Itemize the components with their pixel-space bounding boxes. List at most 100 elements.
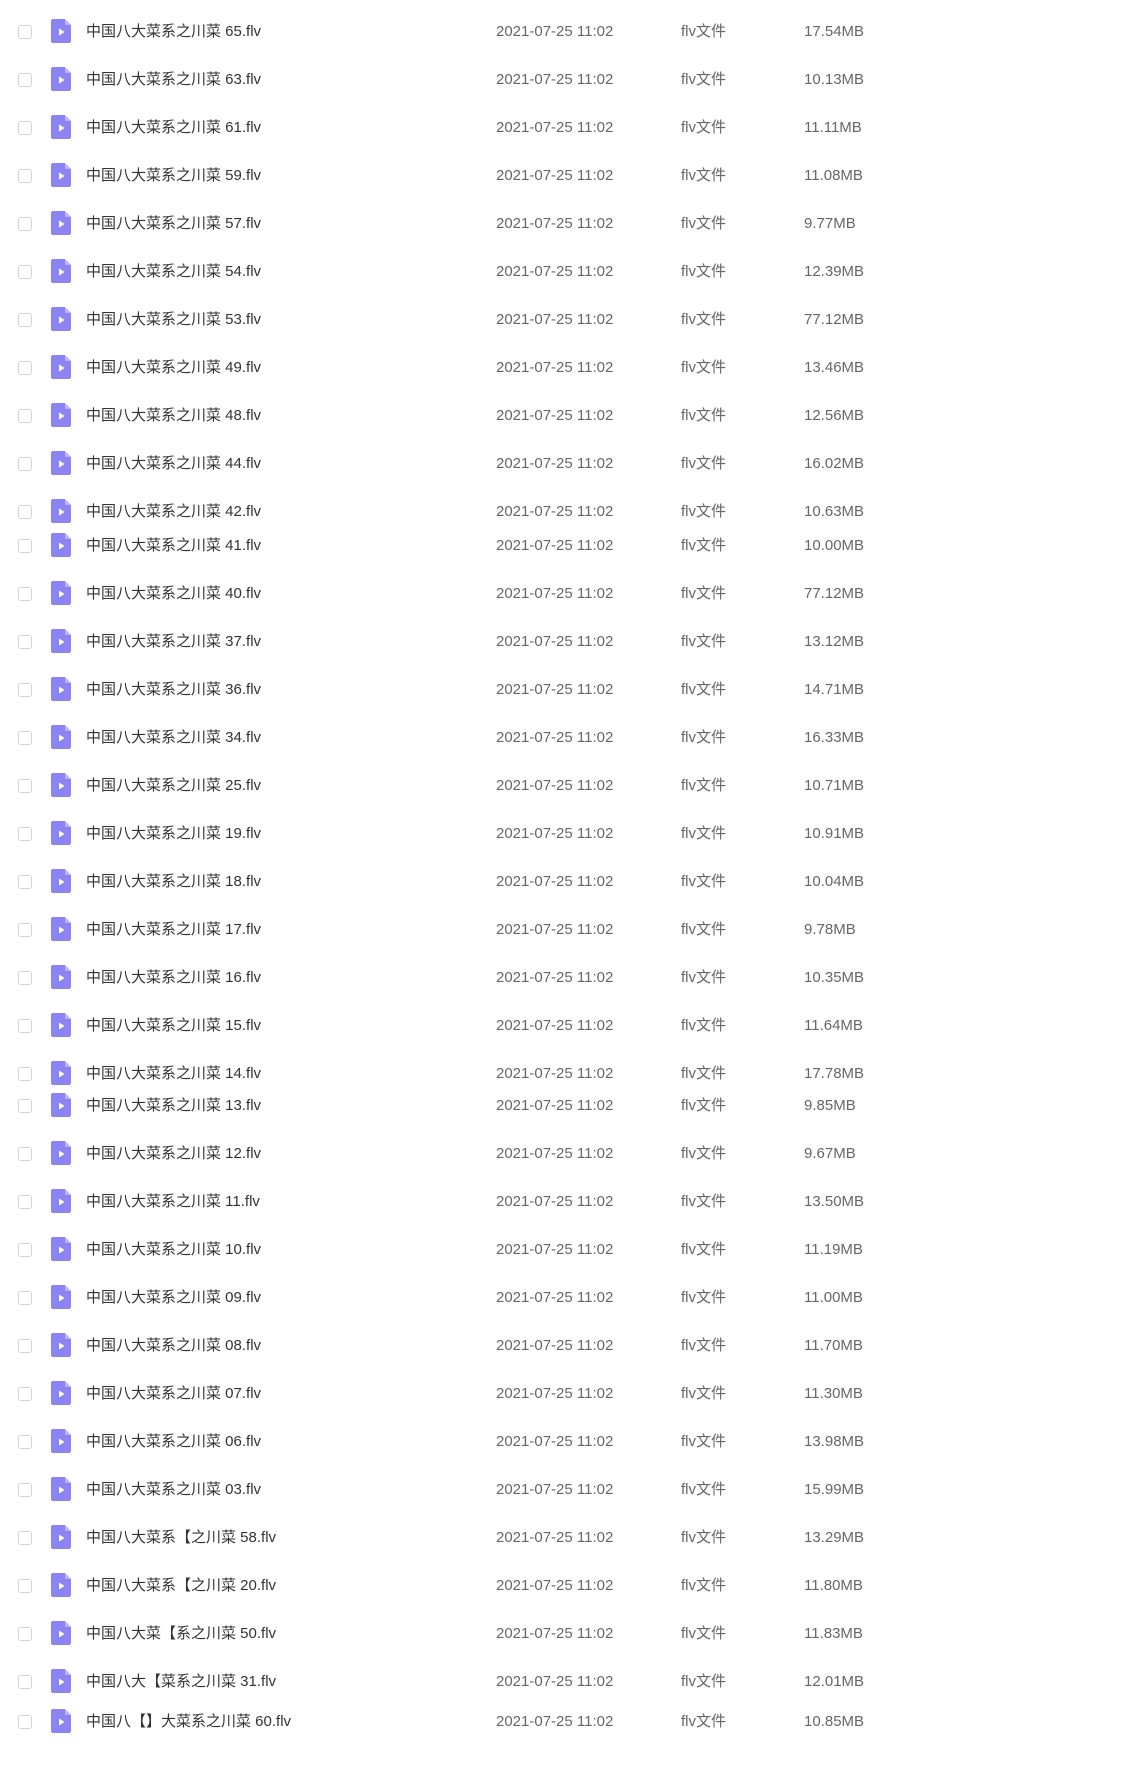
file-row[interactable]: 中国八大菜系之川菜 54.flv 2021-07-25 11:02 flv文件 … [0,252,1129,292]
file-row[interactable]: 中国八大菜系之川菜 25.flv 2021-07-25 11:02 flv文件 … [0,766,1129,806]
file-name[interactable]: 中国八大菜系之川菜 06.flv [86,1433,261,1451]
file-row[interactable]: 中国八大菜系之川菜 16.flv 2021-07-25 11:02 flv文件 … [0,958,1129,998]
row-checkbox[interactable] [18,635,32,649]
row-checkbox[interactable] [18,731,32,745]
row-checkbox[interactable] [18,587,32,601]
file-row[interactable]: 中国八大菜系之川菜 49.flv 2021-07-25 11:02 flv文件 … [0,348,1129,388]
file-name[interactable]: 中国八大【菜系之川菜 31.flv [86,1673,276,1691]
file-name[interactable]: 中国八大菜系之川菜 10.flv [86,1241,261,1259]
file-row[interactable]: 中国八大菜系之川菜 65.flv 2021-07-25 11:02 flv文件 … [0,12,1129,52]
row-checkbox[interactable] [18,1531,32,1545]
file-row[interactable]: 中国八大菜系之川菜 59.flv 2021-07-25 11:02 flv文件 … [0,156,1129,196]
row-checkbox[interactable] [18,1627,32,1641]
file-row[interactable]: 中国八大菜系之川菜 63.flv 2021-07-25 11:02 flv文件 … [0,60,1129,100]
file-name[interactable]: 中国八大菜系之川菜 19.flv [86,825,261,843]
row-checkbox[interactable] [18,25,32,39]
file-name[interactable]: 中国八大菜系之川菜 09.flv [86,1289,261,1307]
file-row[interactable]: 中国八大菜系之川菜 44.flv 2021-07-25 11:02 flv文件 … [0,444,1129,484]
file-row[interactable]: 中国八大菜系之川菜 12.flv 2021-07-25 11:02 flv文件 … [0,1134,1129,1174]
file-row[interactable]: 中国八大菜【系之川菜 50.flv 2021-07-25 11:02 flv文件… [0,1614,1129,1654]
file-row[interactable]: 中国八大菜系之川菜 17.flv 2021-07-25 11:02 flv文件 … [0,910,1129,950]
file-row[interactable]: 中国八【】大菜系之川菜 60.flv 2021-07-25 11:02 flv文… [0,1702,1129,1742]
row-checkbox[interactable] [18,1099,32,1113]
file-row[interactable]: 中国八大菜系之川菜 53.flv 2021-07-25 11:02 flv文件 … [0,300,1129,340]
file-row[interactable]: 中国八大菜系之川菜 10.flv 2021-07-25 11:02 flv文件 … [0,1230,1129,1270]
file-row[interactable]: 中国八大菜系之川菜 40.flv 2021-07-25 11:02 flv文件 … [0,574,1129,614]
file-name[interactable]: 中国八大菜系之川菜 61.flv [86,119,261,137]
file-row[interactable]: 中国八大菜系【之川菜 20.flv 2021-07-25 11:02 flv文件… [0,1566,1129,1606]
file-name[interactable]: 中国八大菜系之川菜 49.flv [86,359,261,377]
row-checkbox[interactable] [18,217,32,231]
row-checkbox[interactable] [18,505,32,519]
file-row[interactable]: 中国八大菜系之川菜 36.flv 2021-07-25 11:02 flv文件 … [0,670,1129,710]
file-row[interactable]: 中国八大菜系之川菜 03.flv 2021-07-25 11:02 flv文件 … [0,1470,1129,1510]
file-name[interactable]: 中国八大菜系之川菜 42.flv [86,503,261,521]
row-checkbox[interactable] [18,779,32,793]
file-row[interactable]: 中国八大菜系之川菜 41.flv 2021-07-25 11:02 flv文件 … [0,526,1129,566]
file-name[interactable]: 中国八大菜系【之川菜 58.flv [86,1529,276,1547]
file-row[interactable]: 中国八大菜系之川菜 11.flv 2021-07-25 11:02 flv文件 … [0,1182,1129,1222]
row-checkbox[interactable] [18,1579,32,1593]
row-checkbox[interactable] [18,1387,32,1401]
file-row[interactable]: 中国八大菜系之川菜 37.flv 2021-07-25 11:02 flv文件 … [0,622,1129,662]
file-name[interactable]: 中国八大菜系之川菜 03.flv [86,1481,261,1499]
file-name[interactable]: 中国八大菜系之川菜 17.flv [86,921,261,939]
file-row[interactable]: 中国八大【菜系之川菜 31.flv 2021-07-25 11:02 flv文件… [0,1662,1129,1702]
row-checkbox[interactable] [18,683,32,697]
file-name[interactable]: 中国八大菜系之川菜 36.flv [86,681,261,699]
file-name[interactable]: 中国八大菜系之川菜 16.flv [86,969,261,987]
file-row[interactable]: 中国八大菜系之川菜 34.flv 2021-07-25 11:02 flv文件 … [0,718,1129,758]
file-row[interactable]: 中国八大菜系之川菜 08.flv 2021-07-25 11:02 flv文件 … [0,1326,1129,1366]
file-row[interactable]: 中国八大菜系之川菜 06.flv 2021-07-25 11:02 flv文件 … [0,1422,1129,1462]
row-checkbox[interactable] [18,1019,32,1033]
file-name[interactable]: 中国八大菜系之川菜 15.flv [86,1017,261,1035]
row-checkbox[interactable] [18,1435,32,1449]
file-name[interactable]: 中国八大菜系之川菜 07.flv [86,1385,261,1403]
file-name[interactable]: 中国八大菜系之川菜 25.flv [86,777,261,795]
file-name[interactable]: 中国八大菜系之川菜 13.flv [86,1097,261,1115]
row-checkbox[interactable] [18,1675,32,1689]
file-name[interactable]: 中国八大菜系之川菜 65.flv [86,23,261,41]
row-checkbox[interactable] [18,971,32,985]
file-name[interactable]: 中国八大菜【系之川菜 50.flv [86,1625,276,1643]
file-name[interactable]: 中国八大菜系之川菜 54.flv [86,263,261,281]
file-name[interactable]: 中国八大菜系之川菜 08.flv [86,1337,261,1355]
row-checkbox[interactable] [18,1339,32,1353]
file-row[interactable]: 中国八大菜系之川菜 07.flv 2021-07-25 11:02 flv文件 … [0,1374,1129,1414]
file-name[interactable]: 中国八【】大菜系之川菜 60.flv [86,1713,291,1731]
file-row[interactable]: 中国八大菜系之川菜 13.flv 2021-07-25 11:02 flv文件 … [0,1086,1129,1126]
row-checkbox[interactable] [18,73,32,87]
file-row[interactable]: 中国八大菜系之川菜 48.flv 2021-07-25 11:02 flv文件 … [0,396,1129,436]
row-checkbox[interactable] [18,1243,32,1257]
file-name[interactable]: 中国八大菜系之川菜 37.flv [86,633,261,651]
row-checkbox[interactable] [18,409,32,423]
row-checkbox[interactable] [18,1147,32,1161]
file-name[interactable]: 中国八大菜系之川菜 18.flv [86,873,261,891]
row-checkbox[interactable] [18,265,32,279]
file-row[interactable]: 中国八大菜系之川菜 15.flv 2021-07-25 11:02 flv文件 … [0,1006,1129,1046]
file-name[interactable]: 中国八大菜系之川菜 57.flv [86,215,261,233]
row-checkbox[interactable] [18,1067,32,1081]
row-checkbox[interactable] [18,1483,32,1497]
file-name[interactable]: 中国八大菜系【之川菜 20.flv [86,1577,276,1595]
row-checkbox[interactable] [18,827,32,841]
file-name[interactable]: 中国八大菜系之川菜 14.flv [86,1065,261,1083]
row-checkbox[interactable] [18,1195,32,1209]
file-name[interactable]: 中国八大菜系之川菜 11.flv [86,1193,260,1211]
file-name[interactable]: 中国八大菜系之川菜 59.flv [86,167,261,185]
file-row[interactable]: 中国八大菜系之川菜 61.flv 2021-07-25 11:02 flv文件 … [0,108,1129,148]
file-row[interactable]: 中国八大菜系之川菜 09.flv 2021-07-25 11:02 flv文件 … [0,1278,1129,1318]
file-name[interactable]: 中国八大菜系之川菜 34.flv [86,729,261,747]
file-row[interactable]: 中国八大菜系之川菜 19.flv 2021-07-25 11:02 flv文件 … [0,814,1129,854]
file-name[interactable]: 中国八大菜系之川菜 41.flv [86,537,261,555]
file-row[interactable]: 中国八大菜系之川菜 57.flv 2021-07-25 11:02 flv文件 … [0,204,1129,244]
file-name[interactable]: 中国八大菜系之川菜 63.flv [86,71,261,89]
row-checkbox[interactable] [18,923,32,937]
row-checkbox[interactable] [18,1291,32,1305]
file-row[interactable]: 中国八大菜系【之川菜 58.flv 2021-07-25 11:02 flv文件… [0,1518,1129,1558]
row-checkbox[interactable] [18,313,32,327]
file-name[interactable]: 中国八大菜系之川菜 12.flv [86,1145,261,1163]
row-checkbox[interactable] [18,875,32,889]
file-name[interactable]: 中国八大菜系之川菜 48.flv [86,407,261,425]
file-name[interactable]: 中国八大菜系之川菜 53.flv [86,311,261,329]
